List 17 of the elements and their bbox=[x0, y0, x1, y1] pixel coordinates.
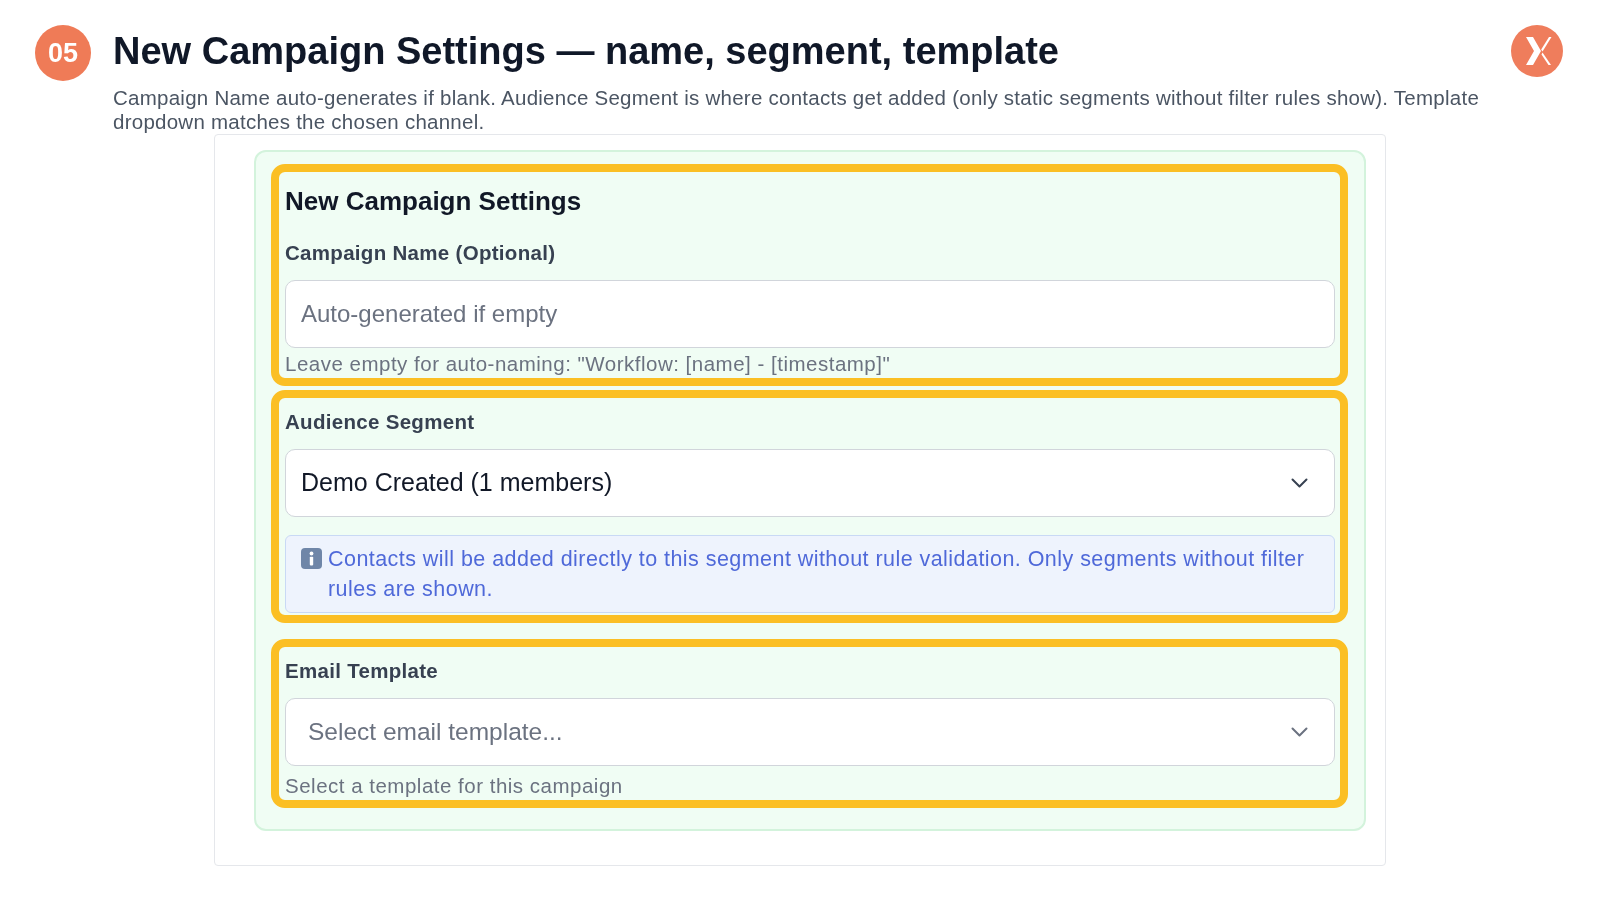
field-label: Campaign Name (Optional) bbox=[285, 240, 557, 266]
page-title: New Campaign Settings — name, segment, template bbox=[113, 29, 1060, 73]
chevron-down-icon bbox=[1291, 727, 1308, 737]
field-hint: Select a template for this campaign bbox=[285, 774, 624, 798]
field-hint: Leave empty for auto-naming: "Workflow: [name] - [timestamp]" bbox=[285, 352, 892, 376]
chevron-down-icon bbox=[1291, 478, 1308, 488]
info-icon bbox=[301, 548, 322, 569]
field-label: Audience Segment bbox=[285, 409, 476, 435]
form-heading: New Campaign Settings bbox=[285, 186, 583, 216]
field-label: Email Template bbox=[285, 658, 440, 684]
dropdown-select[interactable]: Select email template... bbox=[285, 698, 1335, 766]
step-number: 05 bbox=[35, 25, 91, 81]
dropdown-select[interactable]: Demo Created (1 members) bbox=[285, 449, 1335, 517]
text-input-field[interactable]: Auto-generated if empty bbox=[285, 280, 1335, 348]
page-description: Campaign Name auto-generates if blank. Audience Segment is where contacts get added (only static segments without filter rules show). Template dropdown matches the chosen channel. bbox=[113, 86, 1481, 134]
logo-icon bbox=[1511, 25, 1563, 77]
info-text: Contacts will be added directly to this segment without rule validation. Only segments without filter rules are shown. bbox=[328, 546, 1306, 603]
